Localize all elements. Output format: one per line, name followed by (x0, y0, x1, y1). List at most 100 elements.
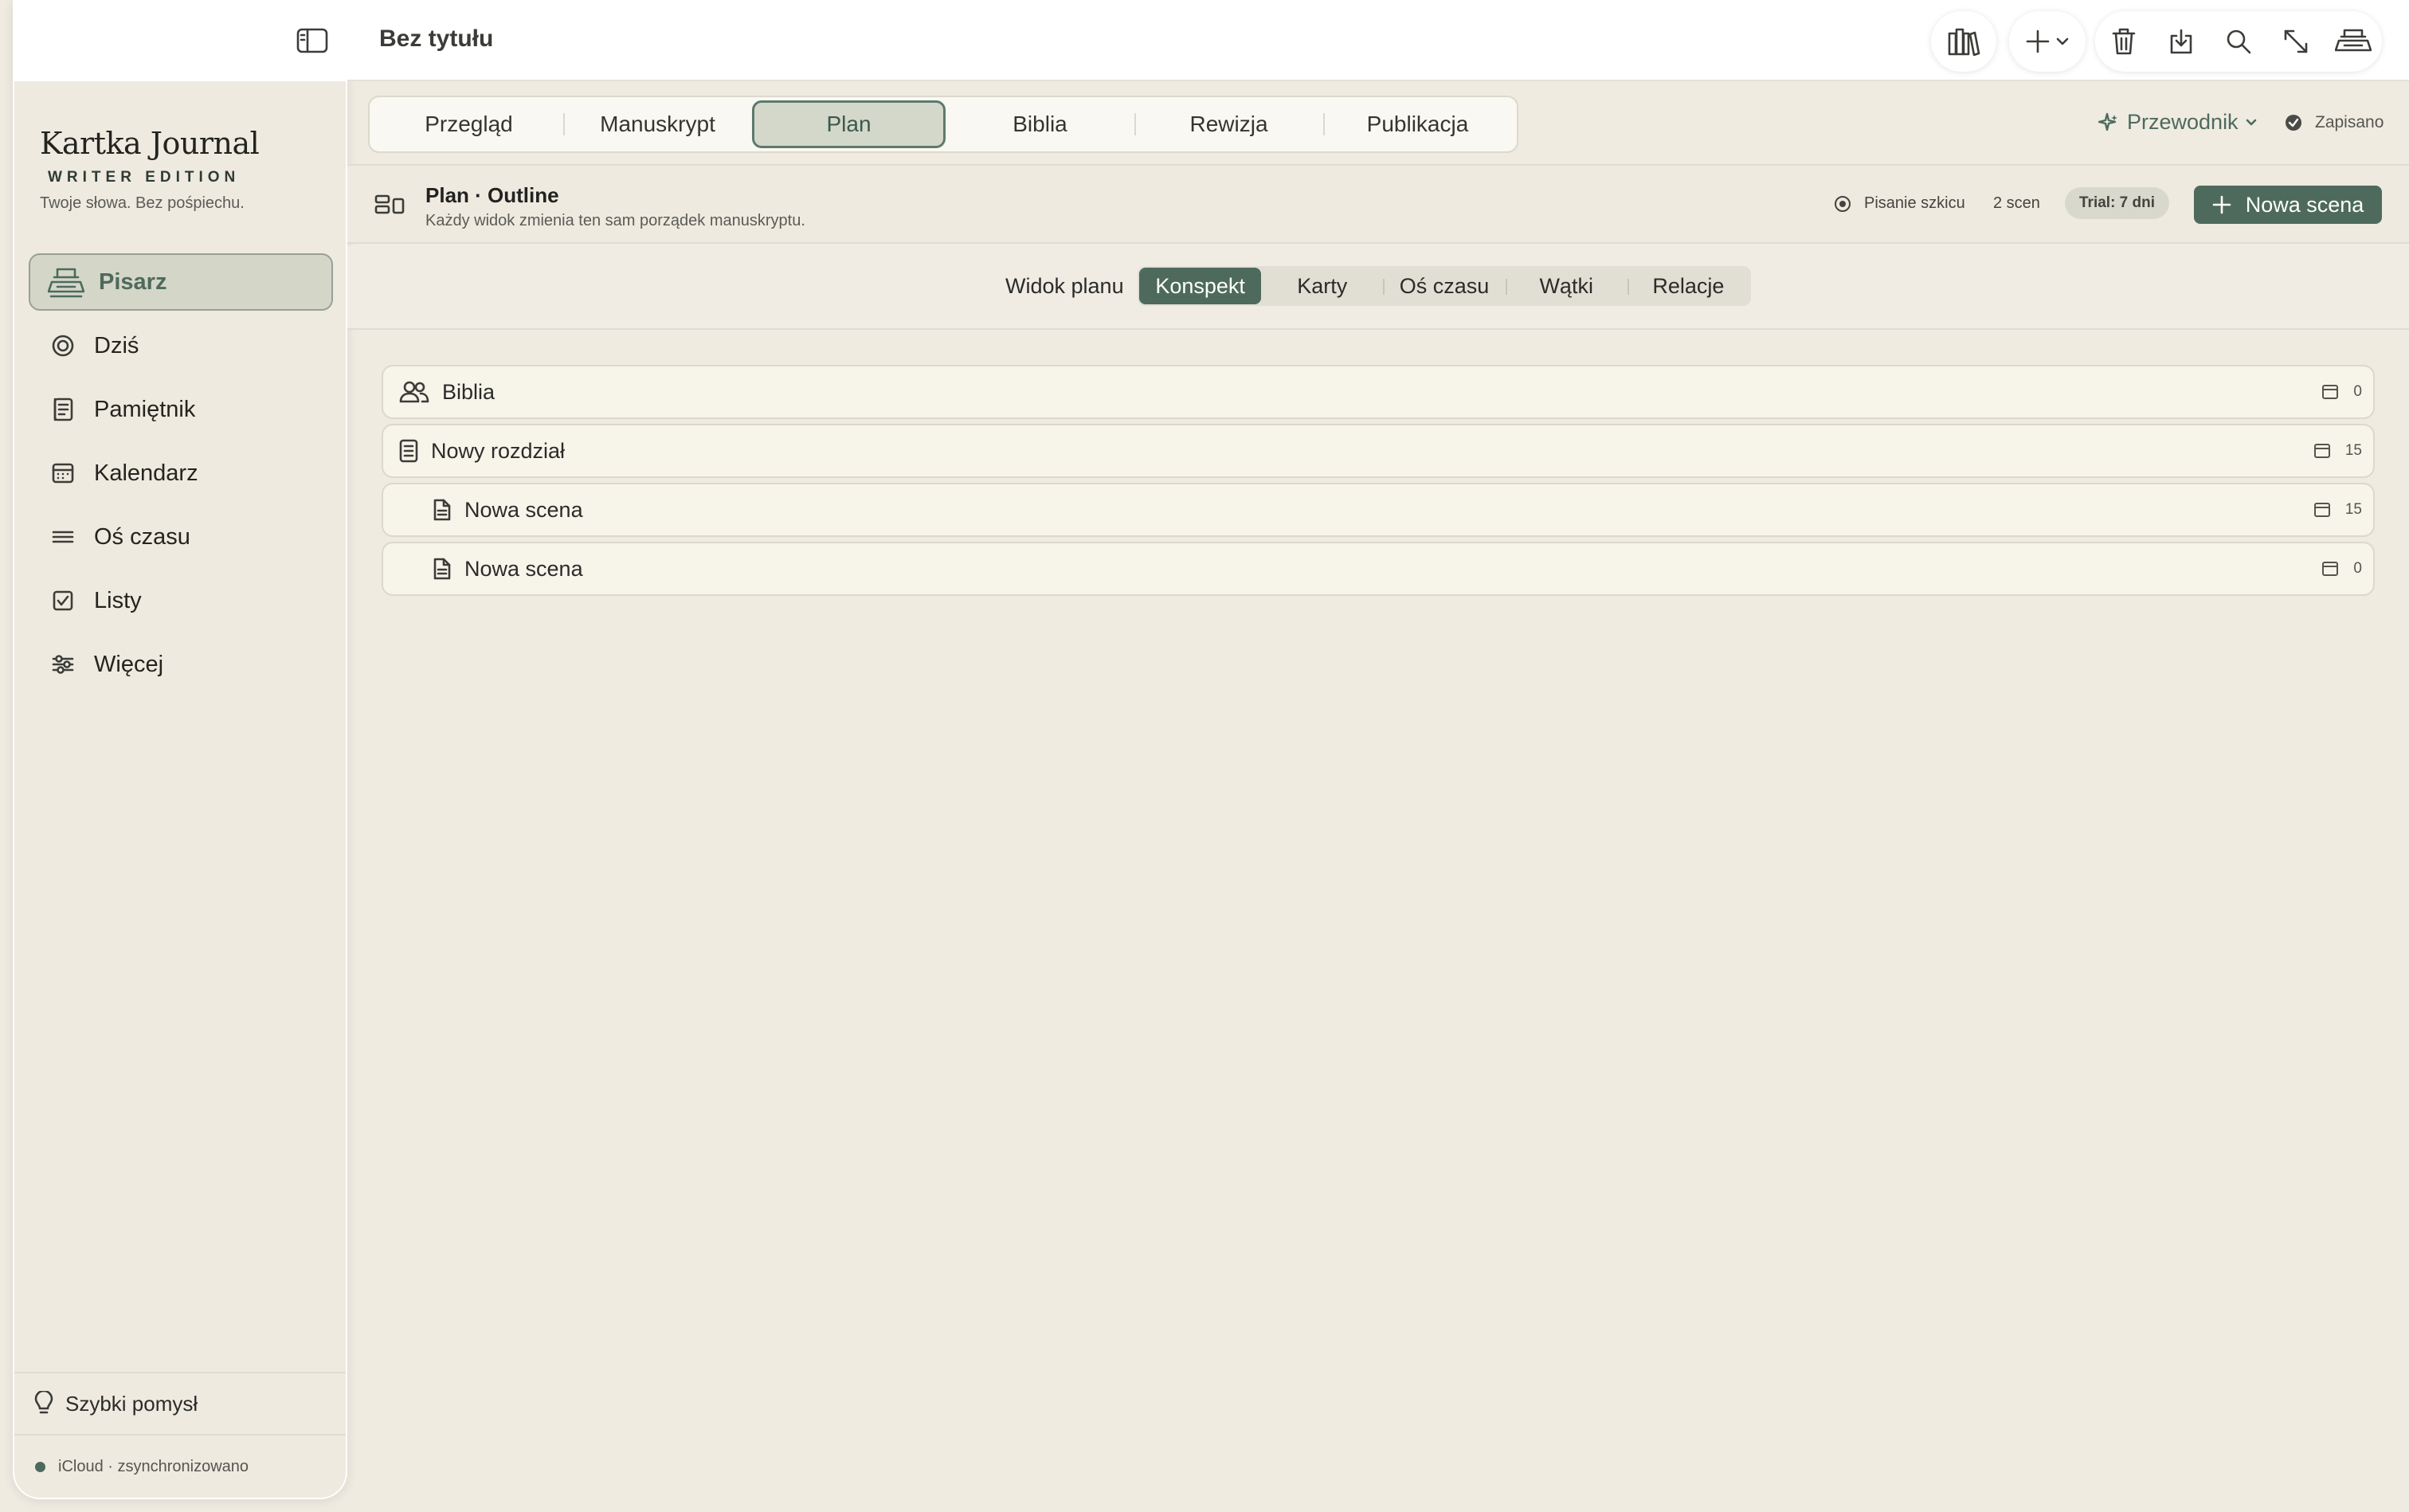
outline-row-chapter[interactable]: Nowy rozdział 15 (382, 424, 2375, 478)
tab-manuskrypt[interactable]: Manuskrypt (563, 100, 752, 148)
guide-button[interactable]: Przewodnik (2098, 110, 2258, 135)
outline-row-label: Nowa scena (464, 556, 583, 581)
section-tabs: Przegląd Manuskrypt Plan Biblia Rewizja … (368, 96, 1518, 153)
calendar-icon (52, 463, 74, 484)
save-status: Zapisano (2285, 113, 2384, 132)
search-button[interactable] (2211, 16, 2266, 67)
export-button[interactable] (2153, 16, 2209, 67)
view-relacje[interactable]: Relacje (1627, 268, 1749, 304)
brand: Kartka Journal WRITER EDITION Twoje słow… (40, 126, 260, 213)
trash-icon (2112, 28, 2136, 55)
word-count-value: 0 (2353, 383, 2362, 400)
typewriter-icon (48, 268, 84, 298)
word-count-value: 15 (2344, 501, 2362, 518)
document-icon (433, 499, 451, 521)
guide-label: Przewodnik (2127, 110, 2239, 134)
expand-button[interactable] (2268, 16, 2324, 67)
quick-idea-button[interactable]: Szybki pomysł (14, 1372, 346, 1434)
sync-status: iCloud · zsynchronizowano (14, 1434, 346, 1498)
chevron-down-icon (2246, 119, 2256, 125)
sidebar-item-label: Kalendarz (94, 460, 198, 486)
library-button[interactable] (1931, 16, 1996, 67)
plan-header: Plan · Outline Każdy widok zmienia ten s… (347, 164, 2409, 244)
sidebar-item-label: Pisarz (99, 268, 167, 295)
library-button-group (1931, 11, 1996, 72)
lines-icon (52, 531, 74, 543)
sidebar: Kartka Journal WRITER EDITION Twoje słow… (13, 0, 347, 1499)
calendar-icon (2322, 562, 2339, 576)
trash-button[interactable] (2096, 16, 2152, 67)
plus-icon (2212, 195, 2231, 214)
tab-plan[interactable]: Plan (752, 100, 946, 148)
sparkle-icon (2098, 112, 2117, 131)
word-count: 0 (2321, 366, 2362, 417)
sidebar-item-pamietnik[interactable]: Pamiętnik (29, 381, 333, 438)
trial-badge[interactable]: Trial: 7 dni (2065, 187, 2170, 219)
journal-icon (53, 398, 73, 421)
sidebar-toggle-icon (296, 28, 328, 53)
add-button-group (2009, 11, 2086, 72)
sidebar-item-kalendarz[interactable]: Kalendarz (29, 445, 333, 502)
view-segmented-control: Konspekt Karty Oś czasu Wątki Relacje (1138, 266, 1751, 306)
word-count: 0 (2321, 543, 2362, 594)
page-subtitle: Każdy widok zmienia ten sam porządek man… (425, 212, 805, 229)
scene-count: 2 scen (1993, 194, 2040, 212)
new-scene-button[interactable]: Nowa scena (2194, 186, 2382, 224)
outline-row-scene[interactable]: Nowa scena 15 (382, 483, 2375, 537)
view-karty[interactable]: Karty (1261, 268, 1383, 304)
outline-row-scene[interactable]: Nowa scena 0 (382, 542, 2375, 596)
calendar-icon (2313, 503, 2330, 517)
writing-status-label: Pisanie szkicu (1864, 194, 1965, 212)
tab-rewizja[interactable]: Rewizja (1134, 100, 1323, 148)
sidebar-item-label: Więcej (94, 651, 164, 677)
document-title: Bez tytułu (379, 25, 494, 52)
sidebar-item-dzis[interactable]: Dziś (29, 317, 333, 374)
view-switcher-row: Widok planu Konspekt Karty Oś czasu Wątk… (347, 245, 2409, 330)
outline-row-label: Biblia (442, 379, 496, 404)
sidebar-item-wiecej[interactable]: Więcej (29, 636, 333, 693)
people-icon (399, 381, 429, 403)
target-icon (52, 335, 74, 357)
tab-przeglad[interactable]: Przegląd (374, 100, 563, 148)
focus-mode-button[interactable] (2325, 16, 2381, 67)
sidebar-toggle-button[interactable] (295, 25, 330, 56)
quick-idea-label: Szybki pomysł (65, 1391, 198, 1416)
sync-dot (35, 1461, 45, 1472)
sidebar-item-listy[interactable]: Listy (29, 572, 333, 629)
typewriter-icon (2335, 29, 2372, 52)
chapter-icon (399, 439, 418, 463)
view-konspekt[interactable]: Konspekt (1139, 268, 1262, 304)
search-icon (2227, 29, 2251, 54)
outline-row-label: Nowy rozdział (431, 438, 566, 463)
new-scene-label: Nowa scena (2245, 192, 2364, 217)
view-watki[interactable]: Wątki (1505, 268, 1628, 304)
topbar: Bez tytułu (347, 0, 2409, 81)
word-count: 15 (2313, 425, 2362, 476)
page-title: Plan · Outline (425, 183, 559, 207)
save-status-label: Zapisano (2315, 113, 2384, 131)
export-icon (2170, 29, 2192, 54)
add-menu-button[interactable] (2009, 16, 2086, 67)
chevron-down-icon (2056, 37, 2069, 45)
sidebar-nav: Pisarz Dziś Pamiętnik Kalendarz Oś czasu… (29, 253, 333, 699)
view-label: Widok planu (1005, 274, 1124, 298)
lightbulb-icon (34, 1391, 53, 1414)
outline-row-bible[interactable]: Biblia 0 (382, 365, 2375, 419)
writing-status[interactable]: Pisanie szkicu (1834, 194, 1965, 213)
checkbox-icon (53, 590, 73, 611)
view-os-czasu[interactable]: Oś czasu (1383, 268, 1505, 304)
library-icon (1948, 28, 1980, 56)
sidebar-item-pisarz[interactable]: Pisarz (29, 253, 333, 311)
sliders-icon (52, 655, 74, 674)
plus-icon (2026, 29, 2050, 53)
sync-status-label: iCloud · zsynchronizowano (58, 1457, 249, 1475)
document-icon (433, 558, 451, 580)
calendar-icon (2313, 444, 2330, 458)
sidebar-titlebar (14, 0, 346, 81)
sidebar-item-label: Pamiętnik (94, 396, 196, 422)
tab-biblia[interactable]: Biblia (946, 100, 1134, 148)
sidebar-item-label: Listy (94, 587, 142, 613)
sidebar-item-os-czasu[interactable]: Oś czasu (29, 508, 333, 566)
sidebar-item-label: Oś czasu (94, 523, 190, 550)
tab-publikacja[interactable]: Publikacja (1323, 100, 1512, 148)
